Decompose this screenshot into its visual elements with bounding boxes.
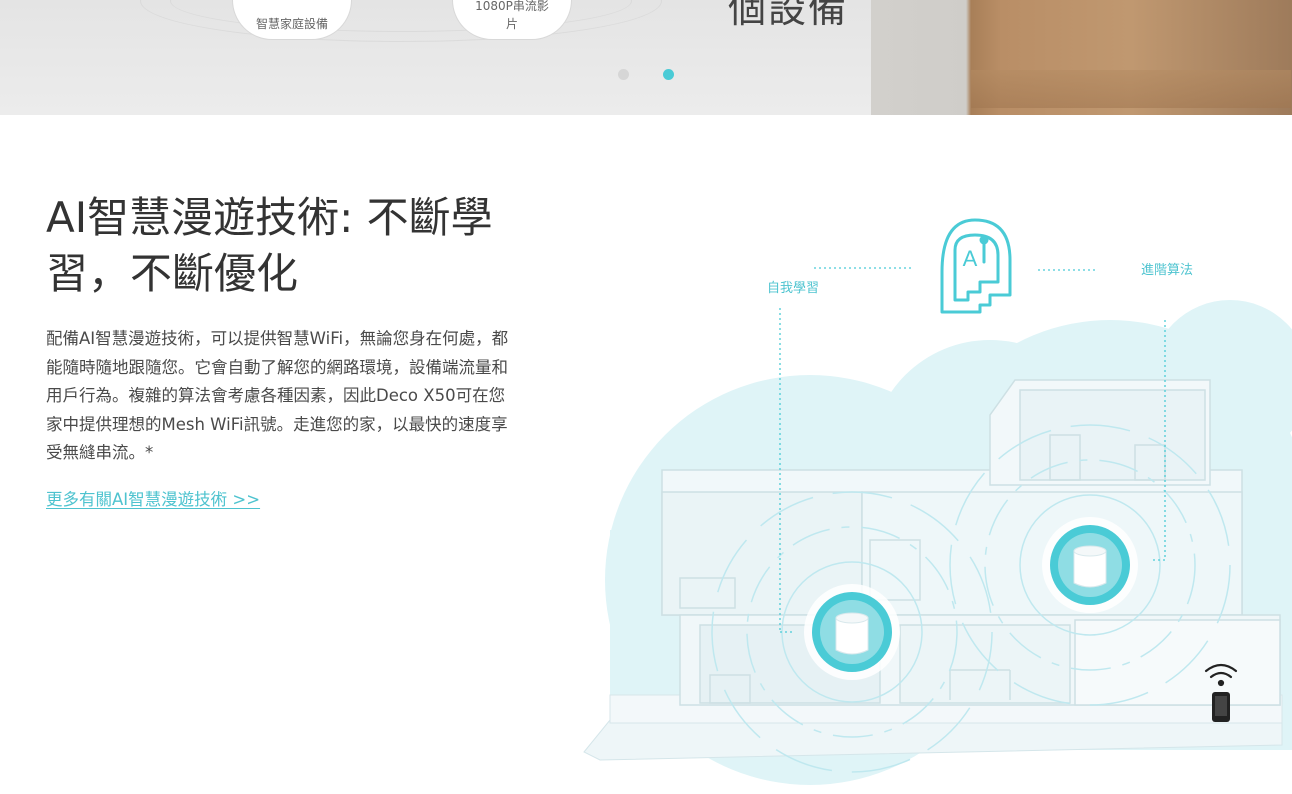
deco-router-icon xyxy=(804,584,900,680)
carousel-dot-2[interactable] xyxy=(663,69,674,80)
bubble-label: 智慧家庭設備 xyxy=(255,17,328,31)
feature-carousel: 智慧家庭設備 1080P串流影片 個設備 xyxy=(0,0,1292,115)
carousel-heading: 個設備 xyxy=(728,0,849,31)
label-self-learning: 自我學習 xyxy=(767,281,820,296)
ai-head-icon: A xyxy=(940,218,1012,314)
section-body: 配備AI智慧漫遊技術，可以提供智慧WiFi，無論您身在何處，都能隨時隨地跟隨您。… xyxy=(46,329,509,462)
deco-router-icon xyxy=(1042,517,1138,613)
house-illustration: A xyxy=(583,218,1292,785)
photo-detail xyxy=(971,70,1291,108)
bubble-label: 1080P串流影片 xyxy=(475,0,549,31)
svg-text:A: A xyxy=(963,246,978,271)
label-advanced-algorithm: 進階算法 xyxy=(1141,263,1194,278)
learn-more-link[interactable]: 更多有關AI智慧漫遊技術 >> xyxy=(46,486,260,510)
section-title: AI智慧漫遊技術: 不斷學習，不斷優化 xyxy=(46,193,493,298)
carousel-dot-1[interactable] xyxy=(618,69,629,80)
carousel-background-photo xyxy=(871,0,1292,115)
smartphone-icon xyxy=(1212,692,1230,722)
mesh-illustration: A 自我學習 進階算法 xyxy=(570,200,1292,790)
